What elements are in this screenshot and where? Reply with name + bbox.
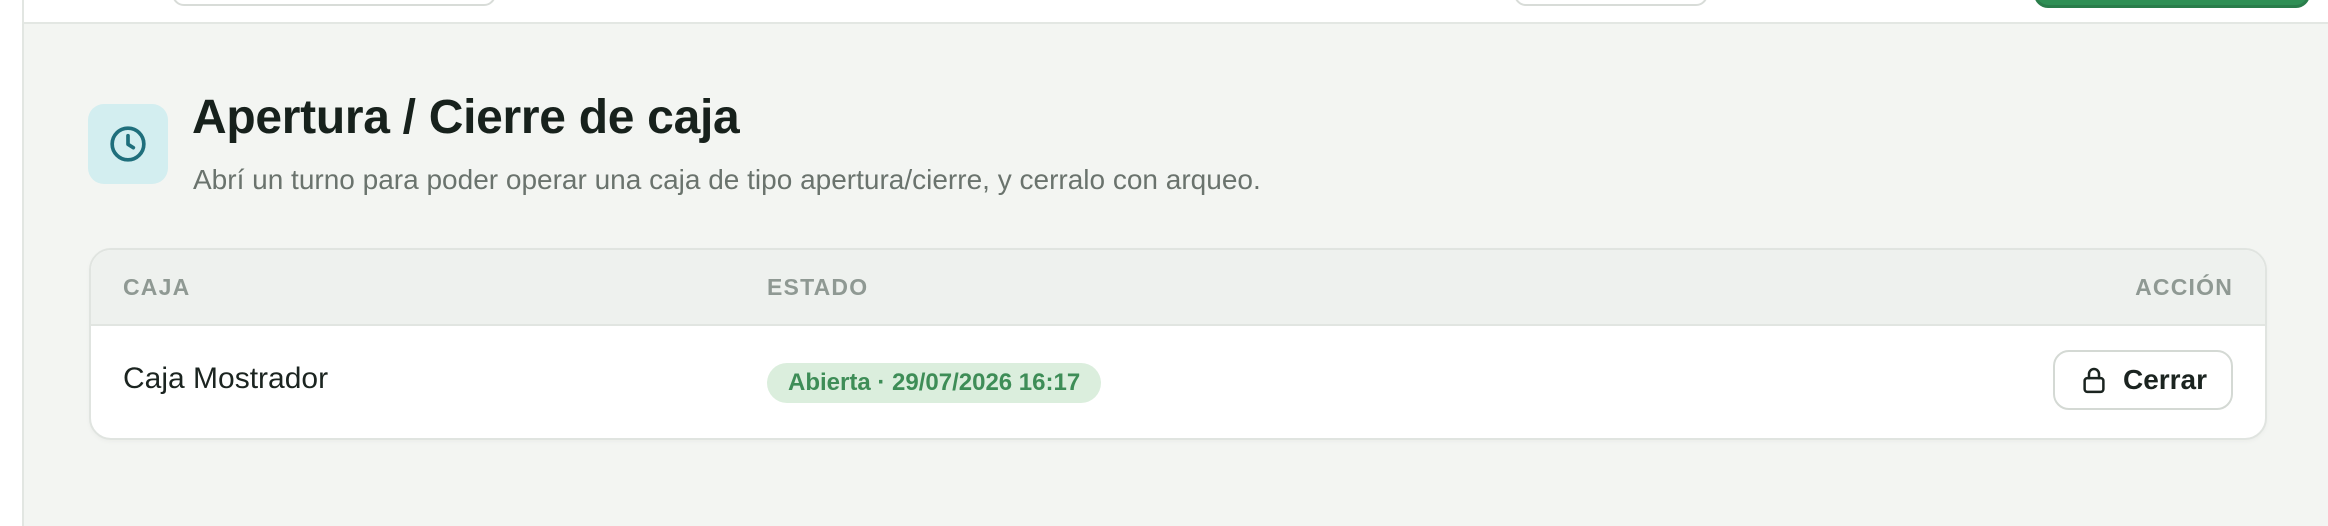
clock-icon — [110, 126, 146, 162]
cash-register-table: CAJA ESTADO ACCIÓN Caja Mostrador Abiert… — [89, 248, 2267, 440]
table-header: CAJA ESTADO ACCIÓN — [91, 250, 2265, 326]
top-bar — [24, 0, 2328, 24]
status-badge: Abierta · 29/07/2026 16:17 — [767, 363, 1102, 403]
page-subtitle: Abrí un turno para poder operar una caja… — [193, 164, 1261, 195]
register-name: Caja Mostrador — [123, 362, 329, 395]
primary-action-button[interactable] — [2034, 0, 2310, 8]
column-header-estado: ESTADO — [767, 274, 869, 300]
page-header: Apertura / Cierre de caja Abrí un turno … — [88, 90, 2240, 200]
topbar-select[interactable] — [1514, 0, 1708, 6]
lock-icon — [2083, 367, 2105, 394]
column-header-accion: ACCIÓN — [2135, 274, 2233, 300]
close-button-label: Cerrar — [2122, 364, 2208, 395]
search-input[interactable] — [172, 0, 496, 6]
close-register-button[interactable]: Cerrar — [2053, 350, 2233, 410]
sidebar-edge — [0, 0, 24, 526]
table-row: Caja Mostrador Abierta · 29/07/2026 16:1… — [91, 326, 2265, 438]
page-title: Apertura / Cierre de caja — [192, 91, 740, 144]
header-icon-box — [88, 104, 168, 184]
column-header-caja: CAJA — [123, 274, 191, 300]
